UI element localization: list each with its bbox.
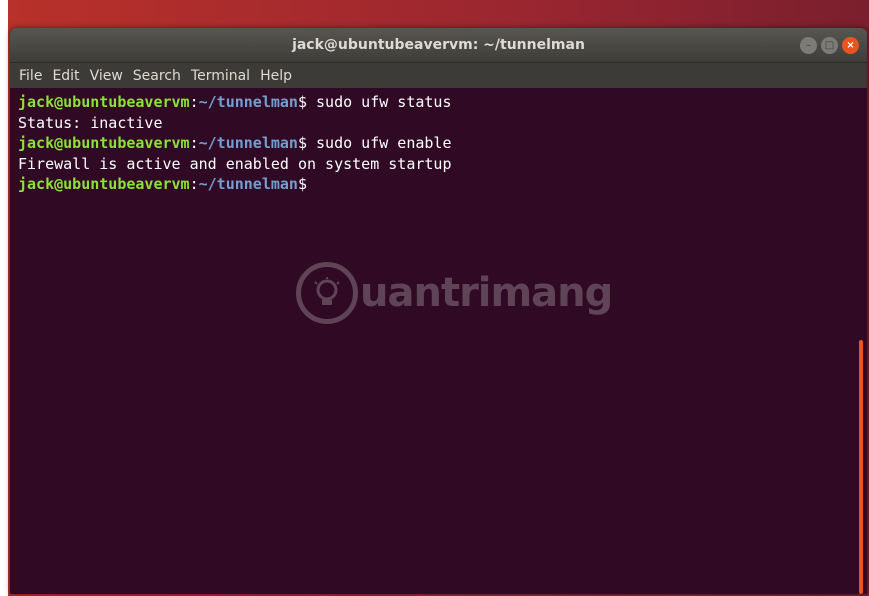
menu-view[interactable]: View bbox=[85, 68, 128, 84]
menu-help[interactable]: Help bbox=[255, 68, 297, 84]
prompt-symbol: $ bbox=[297, 93, 307, 111]
window-controls: – □ × bbox=[800, 37, 859, 54]
maximize-icon[interactable]: □ bbox=[821, 37, 838, 54]
menu-search[interactable]: Search bbox=[128, 68, 186, 84]
title-bar[interactable]: jack@ubuntubeavervm: ~/tunnelman – □ × bbox=[10, 28, 867, 63]
prompt-separator: : bbox=[189, 175, 199, 193]
prompt-symbol: $ bbox=[297, 175, 307, 193]
terminal-output[interactable]: jack@ubuntubeavervm:~/tunnelman$ sudo uf… bbox=[10, 88, 853, 594]
terminal-line: jack@ubuntubeavervm:~/tunnelman$ bbox=[18, 174, 853, 195]
prompt-user: jack@ubuntubeavervm bbox=[18, 134, 190, 152]
prompt-symbol: $ bbox=[297, 134, 307, 152]
lightbulb-icon bbox=[296, 262, 358, 324]
close-icon[interactable]: × bbox=[842, 37, 859, 54]
command-text: sudo ufw enable bbox=[307, 134, 452, 152]
prompt-path: ~/tunnelman bbox=[198, 175, 298, 193]
terminal-line: Firewall is active and enabled on system… bbox=[18, 154, 452, 173]
scrollbar-thumb[interactable] bbox=[859, 340, 863, 594]
window-title: jack@ubuntubeavervm: ~/tunnelman bbox=[292, 37, 585, 53]
command-text: sudo ufw status bbox=[307, 93, 452, 111]
prompt-separator: : bbox=[189, 93, 199, 111]
prompt-path: ~/tunnelman bbox=[198, 134, 298, 152]
prompt-user: jack@ubuntubeavervm bbox=[18, 93, 190, 111]
terminal-line: jack@ubuntubeavervm:~/tunnelman$ sudo uf… bbox=[18, 92, 853, 113]
prompt-separator: : bbox=[189, 134, 199, 152]
terminal-line: Status: inactive bbox=[18, 113, 163, 132]
prompt-path: ~/tunnelman bbox=[198, 93, 298, 111]
prompt-user: jack@ubuntubeavervm bbox=[18, 175, 190, 193]
watermark-text: uantrimang bbox=[360, 270, 613, 316]
scrollbar[interactable] bbox=[853, 88, 867, 594]
menu-bar: File Edit View Search Terminal Help bbox=[10, 63, 867, 88]
menu-file[interactable]: File bbox=[14, 68, 47, 84]
minimize-icon[interactable]: – bbox=[800, 37, 817, 54]
menu-edit[interactable]: Edit bbox=[47, 68, 84, 84]
watermark: uantrimang bbox=[296, 262, 613, 324]
terminal-line: jack@ubuntubeavervm:~/tunnelman$ sudo uf… bbox=[18, 133, 853, 154]
menu-terminal[interactable]: Terminal bbox=[186, 68, 255, 84]
